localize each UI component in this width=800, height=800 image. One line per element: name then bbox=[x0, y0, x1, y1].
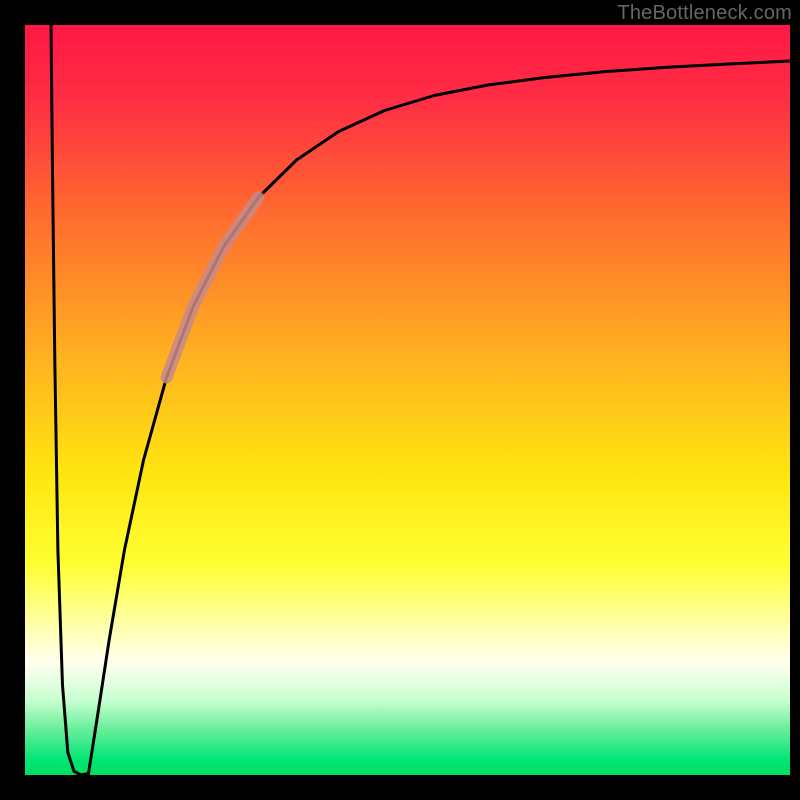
watermark-text: TheBottleneck.com bbox=[617, 2, 792, 25]
chart-gradient-background bbox=[25, 25, 790, 775]
bottleneck-chart bbox=[0, 0, 800, 800]
chart-canvas bbox=[0, 0, 800, 800]
